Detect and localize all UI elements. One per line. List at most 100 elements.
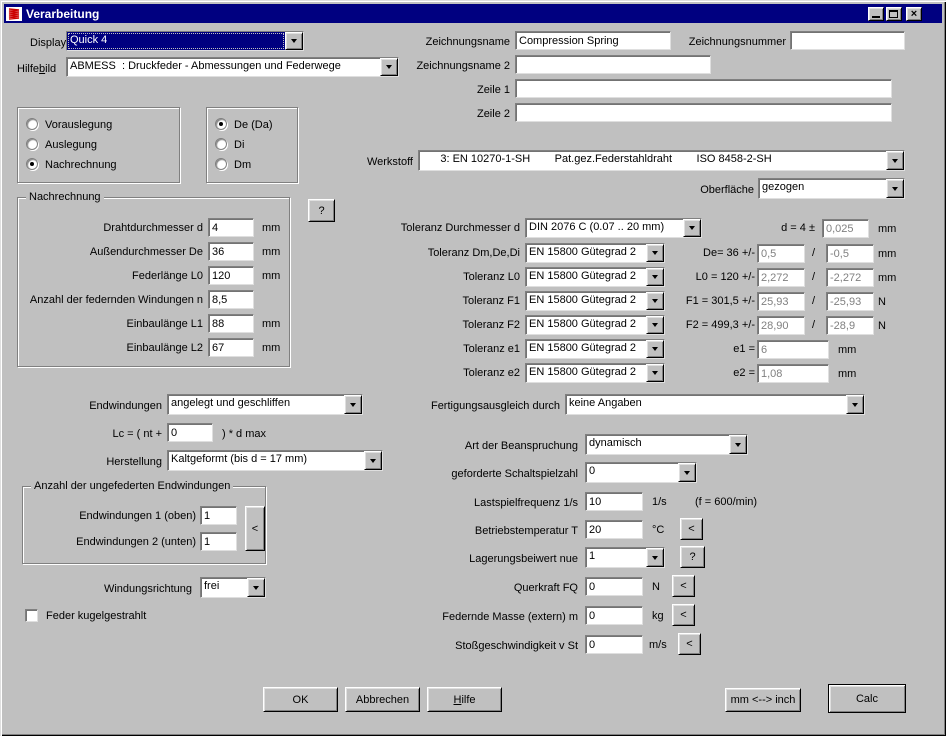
lc-nt-input[interactable] — [167, 423, 213, 442]
zeichnungsnummer-label: Zeichnungsnummer — [656, 36, 786, 49]
toleranz-e2-value: EN 15800 Gütegrad 2 — [526, 364, 646, 382]
endwindungen-select[interactable]: angelegt und geschliffen — [167, 394, 363, 415]
radio-de-da[interactable] — [215, 118, 227, 130]
herstellung-value: Kaltgeformt (bis d = 17 mm) — [168, 451, 364, 470]
radio-vorauslegung[interactable] — [26, 118, 38, 130]
einbaulaenge1-input[interactable] — [208, 314, 254, 333]
endwindungen-copy-button[interactable]: < — [245, 506, 265, 551]
mm-inch-toggle-button[interactable]: mm <--> inch — [725, 688, 801, 712]
zeichnungsname2-input[interactable] — [515, 55, 711, 74]
kugelgestrahlt-label: Feder kugelgestrahlt — [46, 610, 146, 623]
calc-button[interactable]: Calc — [828, 684, 906, 713]
federlaenge-label: Federlänge L0 — [24, 270, 203, 283]
toleranz-l0-select[interactable]: EN 15800 Gütegrad 2 — [525, 267, 665, 287]
maximize-button[interactable] — [886, 7, 902, 21]
werkstoff-label: Werkstoff — [350, 156, 413, 169]
oberflaeche-select[interactable]: gezogen — [758, 178, 905, 199]
windungen-label: Anzahl der federnden Windungen n — [24, 294, 203, 307]
endwindungen-value: angelegt und geschliffen — [168, 395, 344, 414]
lagerungsbeiwert-select[interactable]: 1 — [585, 547, 665, 568]
window-title: Verarbeitung — [26, 7, 99, 21]
dropdown-arrow-icon[interactable] — [247, 578, 265, 597]
close-icon: × — [907, 8, 921, 20]
toleranz-e2-select[interactable]: EN 15800 Gütegrad 2 — [525, 363, 665, 383]
schaltspielzahl-label: geforderte Schaltspielzahl — [420, 468, 578, 481]
windungsrichtung-label: Windungsrichtung — [60, 583, 192, 596]
radio-nachrechnung[interactable] — [26, 158, 38, 170]
beanspruchung-select[interactable]: dynamisch — [585, 434, 748, 455]
l0-minus-output — [826, 268, 874, 287]
endwindungen1-input[interactable] — [200, 506, 237, 525]
schaltspielzahl-value: 0 — [586, 463, 678, 482]
werkstoff-select[interactable]: 3: EN 10270-1-SH Pat.gez.Federstahldraht… — [418, 150, 905, 171]
toleranz-durchmesser-select[interactable]: DIN 2076 C (0.07 .. 20 mm) — [525, 218, 702, 238]
endwindungen1-label: Endwindungen 1 (oben) — [30, 510, 196, 523]
toleranz-f1-value: EN 15800 Gütegrad 2 — [526, 292, 646, 310]
lastspielfrequenz-input[interactable] — [585, 492, 643, 511]
radio-vorauslegung-label: Vorauslegung — [45, 119, 112, 132]
federlaenge-input[interactable] — [208, 266, 254, 285]
unit-label: mm — [878, 223, 896, 236]
toleranz-e1-value: EN 15800 Gütegrad 2 — [526, 340, 646, 358]
ok-button[interactable]: OK — [263, 687, 338, 712]
zeile1-label: Zeile 1 — [410, 84, 510, 97]
masse-back-button[interactable]: < — [672, 604, 695, 626]
zeile1-input[interactable] — [515, 79, 892, 98]
herstellung-label: Herstellung — [60, 456, 162, 469]
toleranz-dm-select[interactable]: EN 15800 Gütegrad 2 — [525, 243, 665, 263]
zeichnungsname-input[interactable] — [515, 31, 671, 50]
dropdown-arrow-icon[interactable] — [886, 179, 904, 198]
lagerungsbeiwert-help-button[interactable]: ? — [680, 546, 705, 568]
dropdown-arrow-icon[interactable] — [344, 395, 362, 414]
dropdown-arrow-icon[interactable] — [678, 463, 696, 482]
windungsrichtung-select[interactable]: frei — [200, 577, 266, 598]
toleranz-l0-value: EN 15800 Gütegrad 2 — [526, 268, 646, 286]
dropdown-arrow-icon[interactable] — [886, 151, 904, 170]
dropdown-arrow-icon[interactable] — [646, 548, 664, 567]
display-label: Display — [30, 37, 66, 50]
betriebstemperatur-input[interactable] — [585, 520, 643, 539]
toleranz-durchmesser-value: DIN 2076 C (0.07 .. 20 mm) — [526, 219, 683, 237]
windungen-input[interactable] — [208, 290, 254, 309]
einbaulaenge1-label: Einbaulänge L1 — [24, 318, 203, 331]
dropdown-arrow-icon[interactable] — [846, 395, 864, 414]
stoss-back-button[interactable]: < — [678, 633, 701, 655]
dropdown-arrow-icon[interactable] — [285, 32, 303, 50]
minimize-button[interactable] — [868, 7, 884, 21]
cancel-button[interactable]: Abbrechen — [345, 687, 420, 712]
radio-dm[interactable] — [215, 158, 227, 170]
drahtdurchmesser-input[interactable] — [208, 218, 254, 237]
radio-auslegung[interactable] — [26, 138, 38, 150]
f1-minus-output — [826, 292, 874, 311]
fertigungsausgleich-select[interactable]: keine Angaben — [565, 394, 865, 415]
dropdown-arrow-icon[interactable] — [364, 451, 382, 470]
dropdown-arrow-icon[interactable] — [683, 219, 701, 237]
close-button[interactable]: × — [906, 7, 922, 21]
querkraft-back-button[interactable]: < — [672, 575, 695, 597]
federnde-masse-input[interactable] — [585, 606, 643, 625]
hilfebild-select[interactable]: ABMESS : Druckfeder - Abmessungen und Fe… — [66, 57, 399, 77]
toleranz-e1-select[interactable]: EN 15800 Gütegrad 2 — [525, 339, 665, 359]
toleranz-f1-select[interactable]: EN 15800 Gütegrad 2 — [525, 291, 665, 311]
display-select[interactable]: Quick 4 — [66, 31, 304, 51]
kugelgestrahlt-checkbox[interactable] — [25, 609, 38, 622]
dropdown-arrow-icon[interactable] — [729, 435, 747, 454]
herstellung-select[interactable]: Kaltgeformt (bis d = 17 mm) — [167, 450, 383, 471]
aussendurchmesser-input[interactable] — [208, 242, 254, 261]
schaltspielzahl-select[interactable]: 0 — [585, 462, 697, 483]
f2-minus-output — [826, 316, 874, 335]
stossgeschwindigkeit-input[interactable] — [585, 635, 643, 654]
endwindungen-group: Anzahl der ungefederten Endwindungen — [22, 486, 266, 564]
querkraft-input[interactable] — [585, 577, 643, 596]
unit-label: mm — [262, 342, 280, 355]
toleranz-f2-select[interactable]: EN 15800 Gütegrad 2 — [525, 315, 665, 335]
temperatur-back-button[interactable]: < — [680, 518, 703, 540]
nachrechnung-help-button[interactable]: ? — [308, 199, 335, 222]
help-button[interactable]: Hilfe — [427, 687, 502, 712]
zeichnungsnummer-input[interactable] — [790, 31, 905, 50]
dialog-window: Verarbeitung × Display Quick 4 Hilfebild… — [0, 0, 946, 736]
zeile2-input[interactable] — [515, 103, 892, 122]
radio-di[interactable] — [215, 138, 227, 150]
einbaulaenge2-input[interactable] — [208, 338, 254, 357]
endwindungen2-input[interactable] — [200, 532, 237, 551]
